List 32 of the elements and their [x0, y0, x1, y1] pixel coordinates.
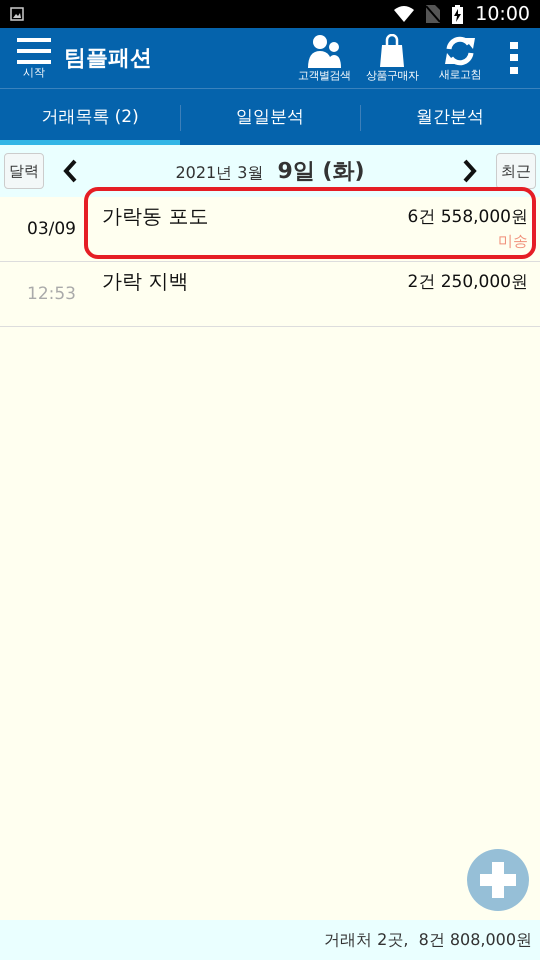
chevron-right-icon	[462, 159, 478, 183]
year-month-label: 2021년 3월	[175, 163, 264, 184]
people-icon	[307, 34, 341, 68]
summary-label: 거래처 2곳, 8건 808,000원	[324, 930, 532, 950]
battery-charging-icon	[452, 4, 464, 24]
tab[interactable]: 월간분석	[360, 89, 540, 145]
clock: 10:00	[475, 3, 530, 25]
tab[interactable]: 일일분석	[180, 89, 360, 145]
customer-name[interactable]: 가락동 포도	[102, 203, 408, 261]
more-icon	[510, 42, 518, 74]
app-title: 팀플패션	[64, 45, 153, 73]
amount-label: 6건 558,000원	[407, 206, 528, 228]
wifi-icon	[394, 6, 414, 22]
date-label: 03/09	[26, 219, 77, 239]
menu-icon	[17, 36, 51, 64]
toolbar-button[interactable]: 고객별검색	[290, 34, 358, 82]
shopping-bag-icon	[379, 34, 405, 68]
amount-label: 2건 250,000원	[407, 271, 528, 293]
calendar-button[interactable]: 달력	[4, 153, 44, 189]
no-sim-icon	[426, 5, 440, 23]
chevron-left-icon	[62, 159, 78, 183]
customer-name[interactable]: 가락 지백	[102, 268, 408, 326]
status-label: 미송	[498, 232, 528, 251]
refresh-icon	[444, 34, 476, 66]
image-icon	[10, 7, 24, 21]
toolbar-button[interactable]: 새로고침	[426, 34, 494, 82]
time-label: 12:53	[26, 284, 77, 304]
menu-button[interactable]: 시작	[8, 36, 60, 80]
recent-button[interactable]: 최근	[496, 153, 536, 189]
day-label: 9일 (화)	[277, 158, 365, 186]
toolbar-button[interactable]: 상품구매자	[358, 34, 426, 82]
plus-icon	[480, 862, 516, 898]
